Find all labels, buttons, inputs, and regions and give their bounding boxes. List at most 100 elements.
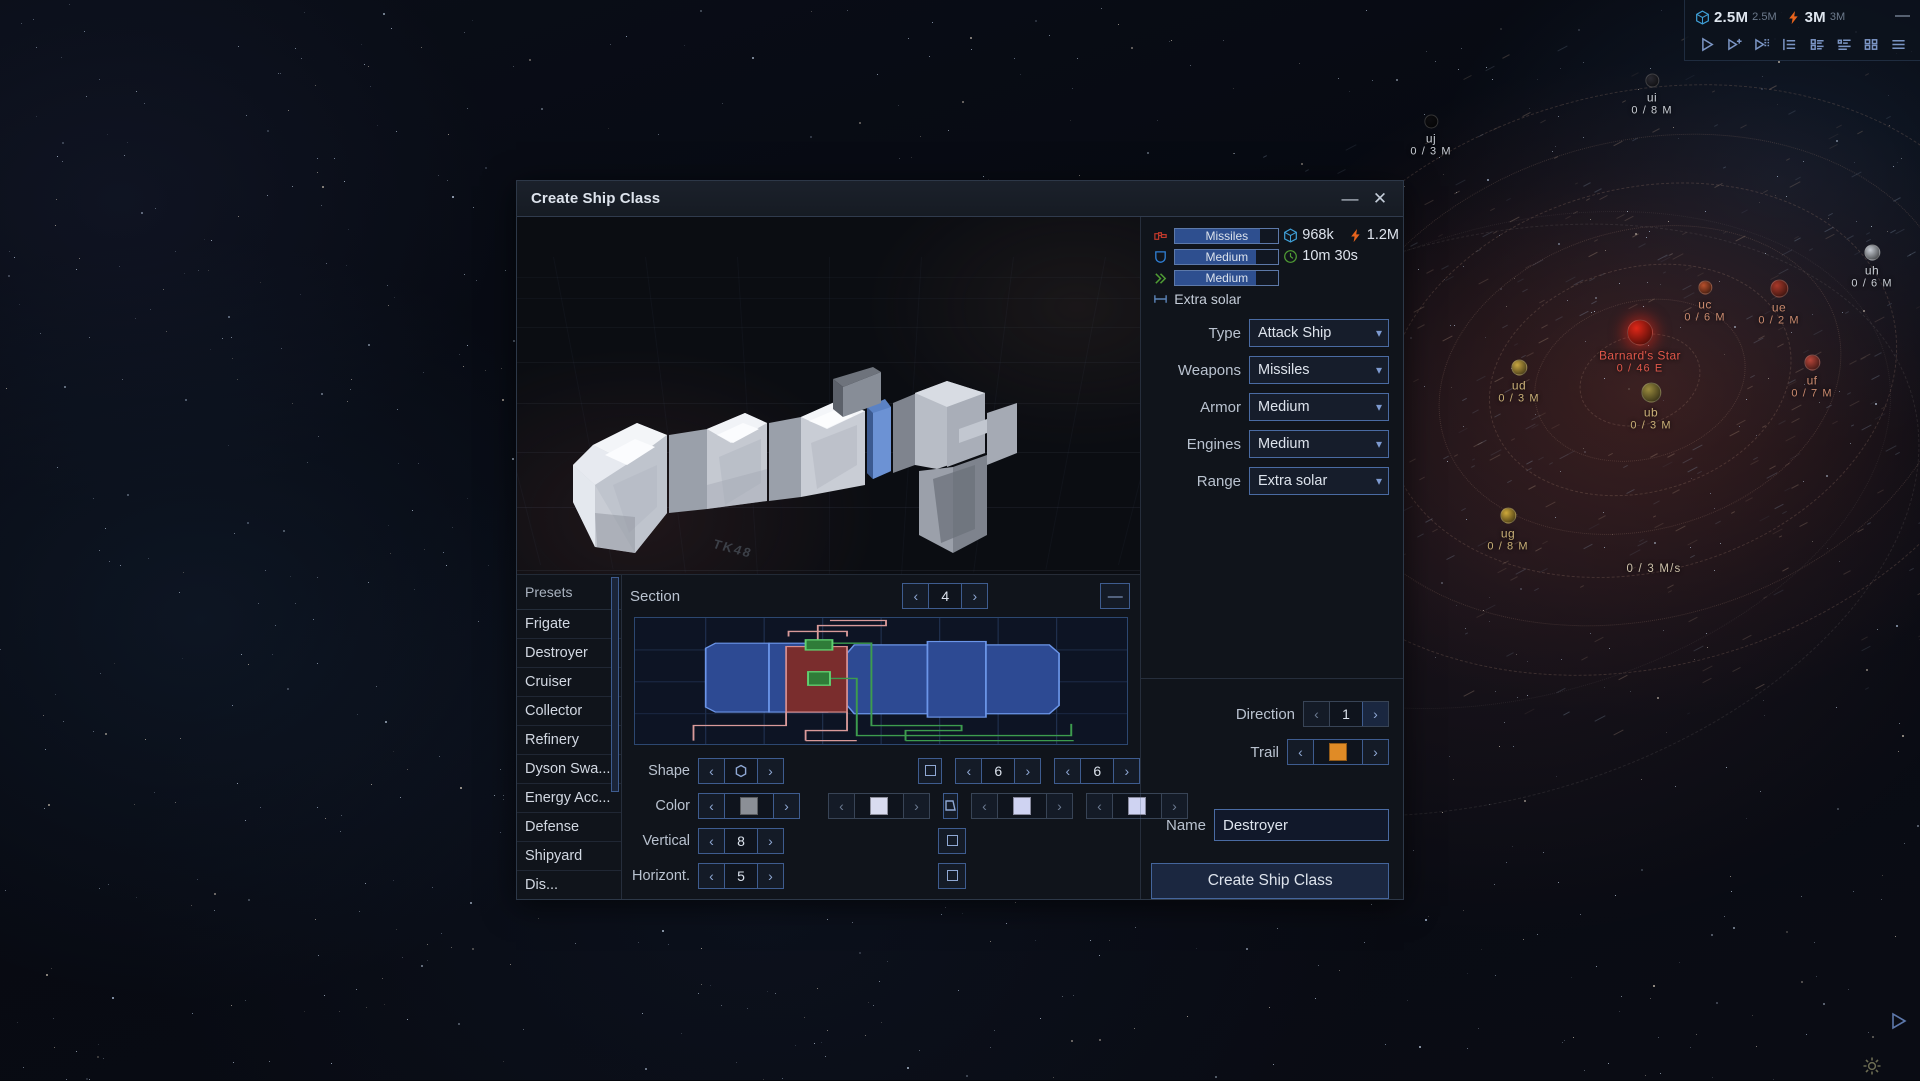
ship-blueprint[interactable] — [634, 617, 1128, 745]
preset-item-8[interactable]: Shipyard — [517, 842, 621, 871]
section-stepper[interactable]: ‹ 4 › — [902, 583, 988, 609]
shape-next-button[interactable]: › — [757, 759, 783, 783]
shape-num1-next-button[interactable]: › — [1014, 759, 1040, 783]
vertical-value: 8 — [725, 829, 757, 853]
shape-num1-stepper[interactable]: ‹ 6 › — [955, 758, 1041, 784]
vertical-toggle-button[interactable] — [938, 828, 966, 854]
color-num1-prev-button[interactable]: ‹ — [972, 794, 998, 818]
shape-toggle-button[interactable] — [918, 758, 942, 784]
vertical-next-button[interactable]: › — [757, 829, 783, 853]
preset-item-2[interactable]: Cruiser — [517, 668, 621, 697]
color-prev-button[interactable]: ‹ — [699, 794, 725, 818]
weapons-dropdown[interactable]: Missiles ▾ — [1249, 356, 1389, 384]
color-next-button[interactable]: › — [773, 794, 799, 818]
engines-dropdown[interactable]: Medium ▾ — [1249, 430, 1389, 458]
preset-item-9[interactable]: Dis... — [517, 871, 621, 899]
property-range: Range Extra solar ▾ — [1151, 467, 1389, 495]
star-dot — [1645, 74, 1659, 88]
direction-prev-button[interactable]: ‹ — [1304, 702, 1330, 726]
direction-stepper[interactable]: ‹ 1 › — [1303, 701, 1389, 727]
shape-num2-stepper[interactable]: ‹ 6 › — [1054, 758, 1140, 784]
engines-bar: Medium — [1174, 270, 1279, 286]
star-value: 0 / 8 M — [1631, 105, 1672, 117]
color-shape-toggle-button[interactable] — [943, 793, 958, 819]
list-align-icon[interactable] — [1779, 34, 1801, 54]
vertical-stepper[interactable]: ‹ 8 › — [698, 828, 784, 854]
color-num1-next-button[interactable]: › — [1046, 794, 1072, 818]
resource-minerals[interactable]: 2.5M 2.5M — [1695, 9, 1777, 26]
color-stepper[interactable]: ‹ › — [698, 793, 800, 819]
color-secondary-prev-button[interactable]: ‹ — [829, 794, 855, 818]
shape-prev-button[interactable]: ‹ — [699, 759, 725, 783]
color-secondary-next-button[interactable]: › — [903, 794, 929, 818]
ship-route-icon[interactable] — [1752, 34, 1774, 54]
horizontal-next-button[interactable]: › — [757, 864, 783, 888]
star-body[interactable]: ui0 / 8 M — [1631, 74, 1672, 117]
ship-icon[interactable] — [1890, 1012, 1910, 1035]
create-ship-class-button[interactable]: Create Ship Class — [1151, 863, 1389, 899]
ship-3d-viewport[interactable]: TK48 — [517, 217, 1140, 575]
star-body[interactable]: uj0 / 3 M — [1410, 115, 1451, 158]
chevron-down-icon: ▾ — [1376, 474, 1382, 488]
color-num2-prev-button[interactable]: ‹ — [1087, 794, 1113, 818]
type-label: Type — [1208, 325, 1241, 342]
preset-item-3[interactable]: Collector — [517, 697, 621, 726]
gear-icon[interactable] — [1862, 1056, 1882, 1081]
preset-item-4[interactable]: Refinery — [517, 726, 621, 755]
section-remove-button[interactable]: — — [1100, 583, 1130, 609]
presets-list[interactable]: FrigateDestroyerCruiserCollectorRefinery… — [517, 610, 621, 899]
star-body[interactable]: ub0 / 3 M — [1630, 383, 1671, 432]
list-detail-icon[interactable] — [1806, 34, 1828, 54]
power-cost-value: 1.2M — [1367, 227, 1399, 243]
star-body[interactable]: ue0 / 2 M — [1758, 280, 1799, 327]
vertical-prev-button[interactable]: ‹ — [699, 829, 725, 853]
ship-icon[interactable] — [1697, 34, 1719, 54]
hud-minimize-button[interactable]: — — [1893, 8, 1912, 27]
presets-scrollbar[interactable] — [611, 577, 619, 792]
star-value: 0 / 46 E — [1599, 363, 1681, 375]
section-prev-button[interactable]: ‹ — [903, 584, 929, 608]
type-dropdown[interactable]: Attack Ship ▾ — [1249, 319, 1389, 347]
horizontal-toggle-button[interactable] — [938, 863, 966, 889]
weapons-bar: Missiles — [1174, 228, 1279, 244]
star-dot — [1500, 508, 1516, 524]
color-num1-stepper[interactable]: ‹ › — [971, 793, 1073, 819]
star-body[interactable]: uf0 / 7 M — [1791, 355, 1832, 400]
preset-item-0[interactable]: Frigate — [517, 610, 621, 639]
color-secondary-stepper[interactable]: ‹ › — [828, 793, 930, 819]
horizontal-stepper[interactable]: ‹ 5 › — [698, 863, 784, 889]
preset-item-5[interactable]: Dyson Swa... — [517, 755, 621, 784]
dialog-close-button[interactable]: ✕ — [1365, 185, 1395, 213]
list-compact-icon[interactable] — [1833, 34, 1855, 54]
star-body[interactable]: Barnard's Star0 / 46 E — [1599, 320, 1681, 375]
armor-dropdown[interactable]: Medium ▾ — [1249, 393, 1389, 421]
trail-prev-button[interactable]: ‹ — [1288, 740, 1314, 764]
section-next-button[interactable]: › — [961, 584, 987, 608]
chevron-down-icon: ▾ — [1376, 326, 1382, 340]
star-body[interactable]: ud0 / 3 M — [1498, 360, 1539, 405]
star-body[interactable]: uc0 / 6 M — [1684, 281, 1725, 324]
resource-energy[interactable]: 3M 3M — [1786, 9, 1846, 26]
dialog-minimize-button[interactable]: — — [1335, 185, 1365, 213]
preset-item-1[interactable]: Destroyer — [517, 639, 621, 668]
menu-icon[interactable] — [1888, 34, 1910, 54]
shape-stepper[interactable]: ‹ › — [698, 758, 784, 784]
trail-stepper[interactable]: ‹ › — [1287, 739, 1389, 765]
shape-num2-next-button[interactable]: › — [1113, 759, 1139, 783]
star-body[interactable]: ug0 / 8 M — [1487, 508, 1528, 553]
ship-add-icon[interactable] — [1724, 34, 1746, 54]
preset-item-6[interactable]: Energy Acc... — [517, 784, 621, 813]
grid-icon[interactable] — [1861, 34, 1883, 54]
stat-engines: Medium — [1153, 269, 1393, 287]
section-header: Section ‹ 4 › — — [622, 575, 1140, 617]
range-dropdown[interactable]: Extra solar ▾ — [1249, 467, 1389, 495]
preset-item-7[interactable]: Defense — [517, 813, 621, 842]
star-body[interactable]: uh0 / 6 M — [1851, 245, 1892, 290]
shape-num2-prev-button[interactable]: ‹ — [1055, 759, 1081, 783]
ship-name-input[interactable] — [1214, 809, 1389, 841]
direction-next-button[interactable]: › — [1362, 702, 1388, 726]
dialog-titlebar[interactable]: Create Ship Class — ✕ — [517, 181, 1403, 217]
shape-num1-prev-button[interactable]: ‹ — [956, 759, 982, 783]
horizontal-prev-button[interactable]: ‹ — [699, 864, 725, 888]
trail-next-button[interactable]: › — [1362, 740, 1388, 764]
